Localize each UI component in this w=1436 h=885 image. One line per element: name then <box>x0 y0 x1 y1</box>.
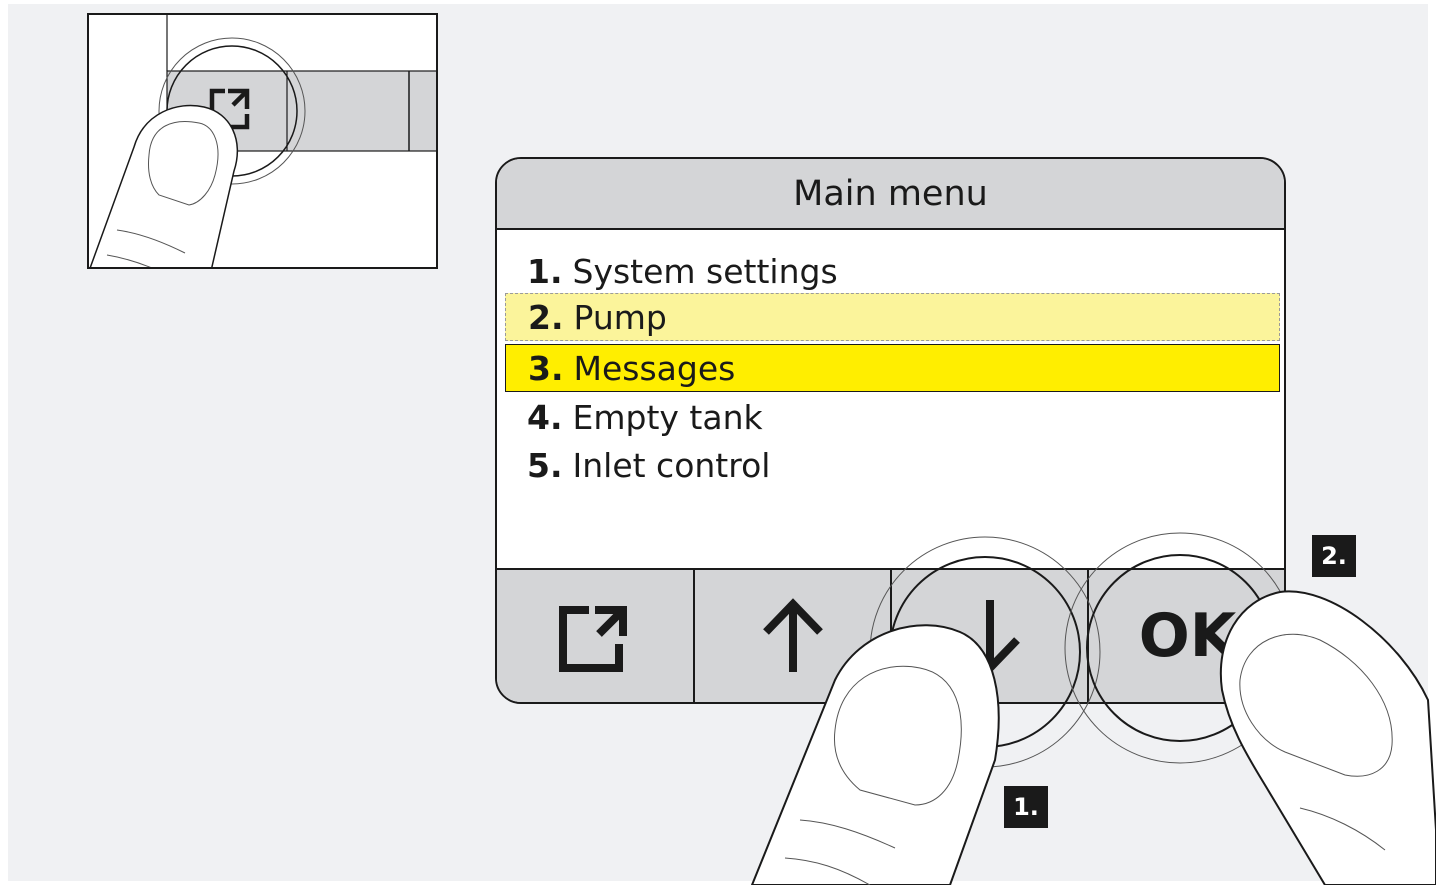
finger-graphic <box>89 104 239 267</box>
menu-item-label: Empty tank <box>572 397 763 437</box>
menu-item-number: 5. <box>527 445 563 485</box>
menu-item-label: Inlet control <box>572 445 771 485</box>
menu-item-inlet-control[interactable]: 5. Inlet control <box>505 441 1280 489</box>
menu-item-messages[interactable]: 3. Messages <box>505 344 1280 392</box>
arrow-down-icon <box>959 600 1020 674</box>
menu-item-empty-tank[interactable]: 4. Empty tank <box>505 393 1280 441</box>
inset-drawing <box>89 15 436 267</box>
menu-item-label: System settings <box>572 251 838 291</box>
menu-item-system-settings[interactable]: 1. System settings <box>505 247 1280 295</box>
exit-button[interactable] <box>497 570 695 702</box>
exit-icon <box>559 606 627 672</box>
menu-item-number: 1. <box>527 251 563 291</box>
softkey-bar: OK <box>497 568 1284 702</box>
step-badge-2: 2. <box>1312 535 1356 577</box>
menu-item-number: 3. <box>528 348 564 388</box>
down-button[interactable] <box>892 570 1089 702</box>
menu-item-label: Messages <box>573 348 736 388</box>
menu-item-label: Pump <box>573 297 667 337</box>
arrow-up-icon <box>762 598 823 672</box>
controller-display: Main menu 1. System settings 2. Pump 3. … <box>495 157 1286 704</box>
up-button[interactable] <box>695 570 892 702</box>
menu-item-pump[interactable]: 2. Pump <box>505 293 1280 341</box>
menu-item-number: 4. <box>527 397 563 437</box>
ok-button[interactable]: OK <box>1089 570 1284 702</box>
menu-item-number: 2. <box>528 297 564 337</box>
inset-exit-key-detail <box>87 13 438 269</box>
menu-title: Main menu <box>497 159 1284 230</box>
step-badge-1: 1. <box>1004 786 1048 828</box>
ok-label: OK <box>1138 601 1237 671</box>
